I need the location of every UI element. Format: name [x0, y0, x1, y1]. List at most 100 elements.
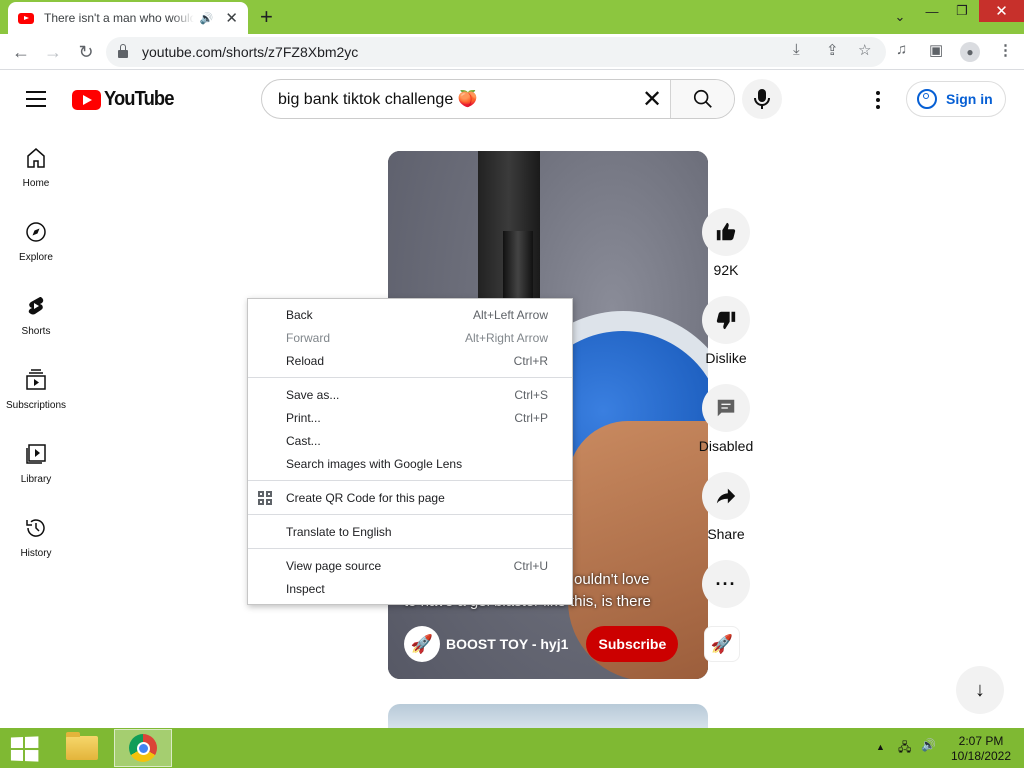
menu-label: Print...	[286, 410, 321, 425]
new-tab-button[interactable]: +	[260, 6, 273, 28]
sound-source-avatar[interactable]: 🚀	[704, 626, 740, 662]
context-menu-reload[interactable]: Reload Ctrl+R	[248, 349, 572, 372]
context-menu-qr-code[interactable]: Create QR Code for this page	[248, 486, 572, 509]
comments-button[interactable]	[702, 384, 750, 432]
context-menu-print[interactable]: Print... Ctrl+P	[248, 406, 572, 429]
search-box: big bank tiktok challenge 🍑 ✕	[261, 79, 735, 119]
volume-icon[interactable]: 🔊	[921, 738, 936, 752]
microphone-icon	[754, 89, 770, 109]
search-icon	[693, 89, 712, 108]
side-panel-icon[interactable]: ▣	[929, 41, 943, 59]
home-icon	[27, 148, 45, 168]
context-menu-forward[interactable]: Forward Alt+Right Arrow	[248, 326, 572, 349]
compass-icon	[26, 222, 46, 242]
windows-taskbar: ▲ 🖧 🔊 2:07 PM 10/18/2022	[0, 728, 1024, 768]
clear-search-icon[interactable]: ✕	[634, 80, 670, 118]
guide-item-shorts[interactable]: Shorts	[0, 276, 72, 350]
menu-separator	[248, 514, 572, 515]
youtube-header: YouTube big bank tiktok challenge 🍑 ✕ Si…	[0, 70, 1024, 128]
audio-playing-icon[interactable]: 🔊	[200, 12, 214, 25]
voice-search-button[interactable]	[742, 79, 782, 119]
context-menu-cast[interactable]: Cast...	[248, 429, 572, 452]
guide-label: Explore	[19, 252, 53, 263]
guide-label: Shorts	[21, 326, 51, 337]
settings-kebab-icon[interactable]	[866, 88, 890, 112]
share-button[interactable]	[702, 472, 750, 520]
menu-separator	[248, 377, 572, 378]
guide-item-home[interactable]: Home	[0, 128, 72, 202]
dislike-button[interactable]	[702, 296, 750, 344]
tab-close-icon[interactable]: ✕	[225, 9, 238, 27]
browser-tab[interactable]: There isn't a man who would 🔊 ✕	[8, 2, 248, 34]
youtube-favicon-icon	[18, 12, 34, 24]
browser-tab-strip: There isn't a man who would 🔊 ✕ + ⌄ — ❐ …	[0, 0, 1024, 34]
menu-shortcut: Alt+Right Arrow	[464, 330, 548, 345]
guide-label: Subscriptions	[5, 400, 67, 411]
account-circle-icon	[917, 89, 937, 109]
thumbs-up-icon	[716, 222, 736, 241]
search-input[interactable]: big bank tiktok challenge 🍑	[262, 80, 634, 118]
guide-item-explore[interactable]: Explore	[0, 202, 72, 276]
search-button[interactable]	[670, 80, 734, 118]
url-text[interactable]: youtube.com/shorts/z7FZ8Xbm2yc	[142, 44, 358, 60]
context-menu-google-lens[interactable]: Search images with Google Lens	[248, 452, 572, 475]
context-menu-translate[interactable]: Translate to English	[248, 520, 572, 543]
clock-date: 10/18/2022	[950, 749, 1012, 763]
subscriptions-icon	[26, 369, 46, 390]
like-count: 92K	[713, 262, 739, 278]
guide-label: History	[20, 548, 52, 559]
sign-in-button[interactable]: Sign in	[906, 81, 1006, 117]
media-controls-icon[interactable]: ♫	[896, 41, 907, 58]
channel-bar: 🚀 BOOST TOY - hyj1 Subscribe	[404, 626, 679, 662]
share-icon[interactable]: ⇪	[826, 41, 839, 59]
more-options-button[interactable]: ···	[702, 560, 750, 608]
sign-in-label: Sign in	[946, 91, 993, 107]
dislike-label: Dislike	[705, 350, 747, 366]
lock-icon[interactable]	[118, 44, 128, 58]
tray-expand-icon[interactable]: ▲	[876, 742, 885, 752]
guide-item-subscriptions[interactable]: Subscriptions	[0, 350, 72, 424]
guide-sidebar: Home Explore Shorts Subscriptions Librar…	[0, 128, 72, 572]
subscribe-button[interactable]: Subscribe	[586, 626, 679, 662]
windows-start-button[interactable]	[10, 736, 39, 762]
restore-button[interactable]: ❐	[950, 0, 974, 22]
taskbar-clock[interactable]: 2:07 PM 10/18/2022	[946, 734, 1016, 764]
install-app-icon[interactable]: ⤓	[793, 41, 800, 58]
profile-avatar-icon[interactable]: ●	[960, 42, 980, 62]
channel-name[interactable]: BOOST TOY - hyj1	[446, 636, 568, 652]
menu-hamburger-icon[interactable]	[26, 91, 46, 107]
guide-label: Library	[20, 474, 52, 485]
reload-button[interactable]: ↻	[75, 41, 97, 63]
menu-shortcut: Ctrl+P	[514, 410, 548, 425]
menu-label: Inspect	[286, 581, 325, 596]
next-short-button[interactable]: ↓	[956, 666, 1004, 714]
forward-button[interactable]: →	[42, 41, 64, 63]
context-menu-save-as[interactable]: Save as... Ctrl+S	[248, 383, 572, 406]
youtube-wordmark: YouTube	[104, 88, 174, 110]
taskbar-file-explorer[interactable]	[60, 730, 104, 766]
address-bar[interactable]: youtube.com/shorts/z7FZ8Xbm2yc	[106, 37, 886, 67]
menu-label: Back	[286, 307, 313, 322]
like-button[interactable]	[702, 208, 750, 256]
youtube-logo[interactable]: YouTube	[72, 88, 180, 111]
network-icon[interactable]: 🖧	[898, 738, 911, 759]
guide-item-history[interactable]: History	[0, 498, 72, 572]
guide-item-library[interactable]: Library	[0, 424, 72, 498]
taskbar-chrome[interactable]	[114, 729, 172, 767]
window-close-button[interactable]: ✕	[979, 0, 1024, 22]
back-button[interactable]: ←	[10, 41, 32, 63]
menu-label: Forward	[286, 330, 331, 345]
tab-search-chevron-icon[interactable]: ⌄	[888, 6, 912, 28]
menu-shortcut: Alt+Left Arrow	[472, 307, 548, 322]
like-action: 92K	[696, 208, 756, 296]
bookmark-star-icon[interactable]: ☆	[858, 41, 871, 59]
shorts-icon	[28, 297, 44, 315]
context-menu-back[interactable]: Back Alt+Left Arrow	[248, 303, 572, 326]
browser-menu-icon[interactable]: ⋮	[998, 41, 1013, 59]
minimize-button[interactable]: —	[920, 0, 944, 22]
context-menu-inspect[interactable]: Inspect	[248, 577, 572, 600]
menu-label: View page source	[286, 558, 382, 573]
shorts-actions: 92K Dislike Disabled Share ···	[696, 208, 756, 648]
context-menu-view-source[interactable]: View page source Ctrl+U	[248, 554, 572, 577]
channel-avatar[interactable]: 🚀	[404, 626, 440, 662]
